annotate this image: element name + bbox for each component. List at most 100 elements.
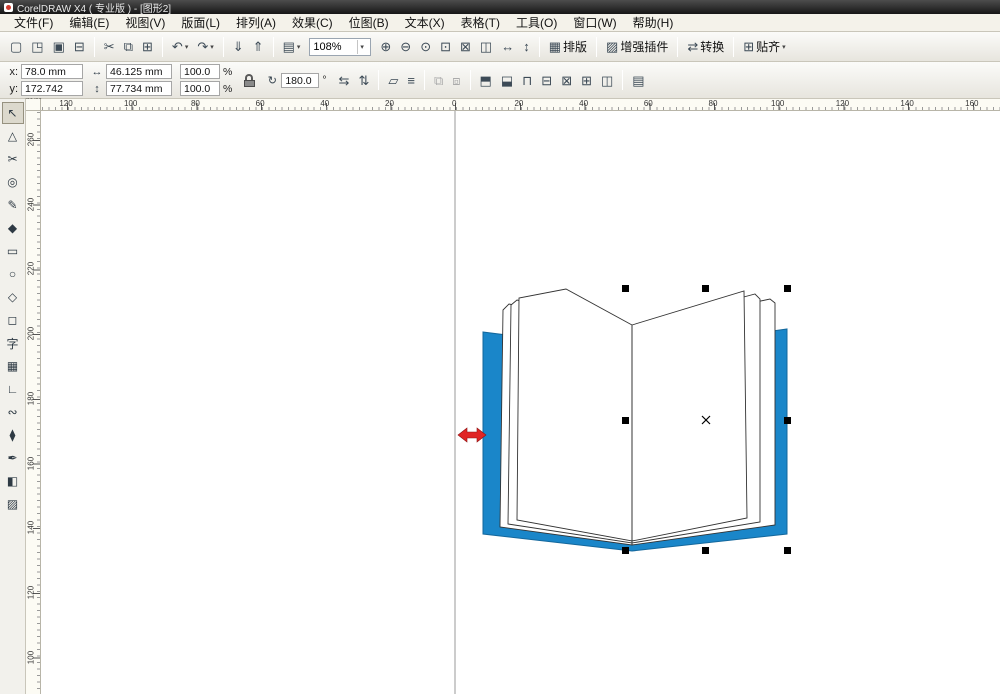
handle-bottom-right[interactable] — [784, 547, 791, 554]
outline-pen-tool[interactable]: ✒ — [2, 447, 24, 469]
object-width-field[interactable]: 46.125 mm — [106, 64, 172, 79]
fill-tool[interactable]: ◧ — [2, 470, 24, 492]
ruler-number: 140 — [27, 516, 36, 540]
book-page-left-top[interactable] — [517, 289, 632, 541]
object-height-field[interactable]: 77.734 mm — [106, 81, 172, 96]
x-position-field[interactable]: 78.0 mm — [21, 64, 83, 79]
zoom-out-button[interactable]: ⊖ — [396, 36, 415, 58]
menu-item[interactable]: 工具(O) — [508, 13, 565, 32]
basic-shapes-tool[interactable]: ◻ — [2, 309, 24, 331]
paste-button[interactable]: ⊞ — [138, 36, 157, 58]
convert-to-curves-button[interactable]: ▱ — [384, 69, 402, 91]
print-button[interactable]: ⊟ — [70, 36, 89, 58]
redo-button[interactable]: ↷▾ — [193, 36, 217, 58]
dimension-tool[interactable]: ∟ — [2, 378, 24, 400]
zoom-to-all-button[interactable]: ⊠ — [456, 36, 475, 58]
pick-tool[interactable]: ↖ — [2, 102, 24, 124]
vertical-ruler[interactable]: 260240220200180160140120100 — [26, 111, 41, 694]
save-button[interactable]: ▣ — [49, 36, 69, 58]
import-button[interactable]: ⇓ — [229, 36, 248, 58]
simplify-button[interactable]: ⊟ — [537, 69, 556, 91]
book-page-right-top[interactable] — [632, 291, 747, 541]
book-drawing[interactable] — [483, 289, 787, 551]
mirror-horizontal-button[interactable]: ⇆ — [335, 69, 354, 91]
cut-button[interactable]: ✂ — [100, 36, 119, 58]
canvas[interactable] — [41, 111, 1000, 694]
zoom-level-combo[interactable]: ▾ — [309, 38, 371, 56]
eyedropper-tool[interactable]: ⧫ — [2, 424, 24, 446]
plugins-button[interactable]: ▨增强插件 — [602, 36, 672, 58]
y-position-field[interactable]: 172.742 mm — [21, 81, 83, 96]
horizontal-ruler[interactable]: 12010080604020020406080100120140160 — [41, 99, 1000, 111]
outline-width-button[interactable]: ≡ — [403, 69, 419, 91]
trim-button[interactable]: ⬓ — [497, 69, 517, 91]
export-button[interactable]: ⇑ — [249, 36, 268, 58]
table-tool[interactable]: ▦ — [2, 355, 24, 377]
menu-item[interactable]: 编辑(E) — [61, 13, 117, 32]
back-minus-front-button[interactable]: ⊞ — [577, 69, 596, 91]
zoom-in-button[interactable]: ⊕ — [376, 36, 395, 58]
lock-ratio-button[interactable] — [240, 67, 258, 93]
handle-top-left[interactable] — [622, 285, 629, 292]
freehand-tool[interactable]: ✎ — [2, 194, 24, 216]
create-boundary-button[interactable]: ◫ — [597, 69, 617, 91]
standard-toolbar: ▢◳▣⊟ ✂ ⧉ ⊞ ↶▾↷▾ ⇓⇑ ▤▾ ▾ ⊕⊖⊙⊡⊠◫↔↕ ▦排版 ▨增强插件 ⇄转换 ⊞贴齐▾ — [0, 32, 1000, 62]
crop-tool[interactable]: ✂ — [2, 148, 24, 170]
mirror-vertical-button[interactable]: ⇅ — [354, 69, 373, 91]
rectangle-tool[interactable]: ▭ — [2, 240, 24, 262]
snap-button[interactable]: ⊞贴齐▾ — [739, 36, 789, 58]
copy-button[interactable]: ⧉ — [120, 36, 137, 58]
zoom-tool[interactable]: ◎ — [2, 171, 24, 193]
undo-button[interactable]: ↶▾ — [168, 36, 192, 58]
handle-middle-right[interactable] — [784, 417, 791, 424]
zoom-to-page-button[interactable]: ◫ — [476, 36, 496, 58]
interactive-fill-tool[interactable]: ▨ — [2, 493, 24, 515]
copy-icon: ⧉ — [124, 40, 133, 53]
menu-item[interactable]: 文本(X) — [397, 13, 453, 32]
drawing-svg — [41, 111, 1000, 694]
shape-tool[interactable]: △ — [2, 125, 24, 147]
handle-bottom-center[interactable] — [702, 547, 709, 554]
zoom-dropdown-caret-icon[interactable]: ▾ — [357, 40, 366, 54]
convert-button[interactable]: ⇄转换 — [683, 36, 728, 58]
scale-x-field[interactable]: 100.0 — [180, 64, 220, 79]
smart-fill-tool[interactable]: ◆ — [2, 217, 24, 239]
handle-top-center[interactable] — [702, 285, 709, 292]
weld-button[interactable]: ⬒ — [476, 69, 496, 91]
menu-item[interactable]: 版面(L) — [173, 13, 228, 32]
wrap-paragraph-text-button[interactable]: ▤ — [628, 69, 648, 91]
application-launcher-button[interactable]: ▤▾ — [279, 36, 305, 58]
menu-item[interactable]: 窗口(W) — [565, 13, 624, 32]
back-minus-front-icon: ⊞ — [581, 74, 592, 87]
menu-item[interactable]: 视图(V) — [117, 13, 173, 32]
zoom-level-input[interactable] — [313, 41, 357, 53]
blend-tool[interactable]: ∾ — [2, 401, 24, 423]
group-icon: ⧉ — [434, 74, 443, 87]
intersect-button[interactable]: ⊓ — [518, 69, 536, 91]
menu-item[interactable]: 效果(C) — [284, 13, 341, 32]
zoom-actual-button[interactable]: ⊙ — [416, 36, 435, 58]
ruler-number: 120 — [27, 580, 36, 604]
handle-bottom-left[interactable] — [622, 547, 629, 554]
ruler-number: 180 — [27, 386, 36, 410]
open-button[interactable]: ◳ — [27, 36, 47, 58]
zoom-to-selection-button[interactable]: ⊡ — [436, 36, 455, 58]
ellipse-tool[interactable]: ○ — [2, 263, 24, 285]
menu-item[interactable]: 帮助(H) — [625, 13, 682, 32]
menu-item[interactable]: 位图(B) — [341, 13, 397, 32]
text-tool[interactable]: 字 — [2, 332, 24, 354]
toolbar-separator — [677, 37, 678, 57]
zoom-to-height-button[interactable]: ↕ — [519, 36, 534, 58]
polygon-tool[interactable]: ◇ — [2, 286, 24, 308]
menu-item[interactable]: 表格(T) — [453, 13, 508, 32]
layout-button[interactable]: ▦排版 — [545, 36, 591, 58]
handle-top-right[interactable] — [784, 285, 791, 292]
rotation-angle-field[interactable]: 180.0 — [281, 73, 319, 88]
menu-item[interactable]: 文件(F) — [6, 13, 61, 32]
handle-middle-left[interactable] — [622, 417, 629, 424]
scale-y-field[interactable]: 100.0 — [180, 81, 220, 96]
new-document-button[interactable]: ▢ — [6, 36, 26, 58]
zoom-to-width-button[interactable]: ↔ — [497, 36, 518, 58]
front-minus-back-button[interactable]: ⊠ — [557, 69, 576, 91]
menu-item[interactable]: 排列(A) — [228, 13, 284, 32]
